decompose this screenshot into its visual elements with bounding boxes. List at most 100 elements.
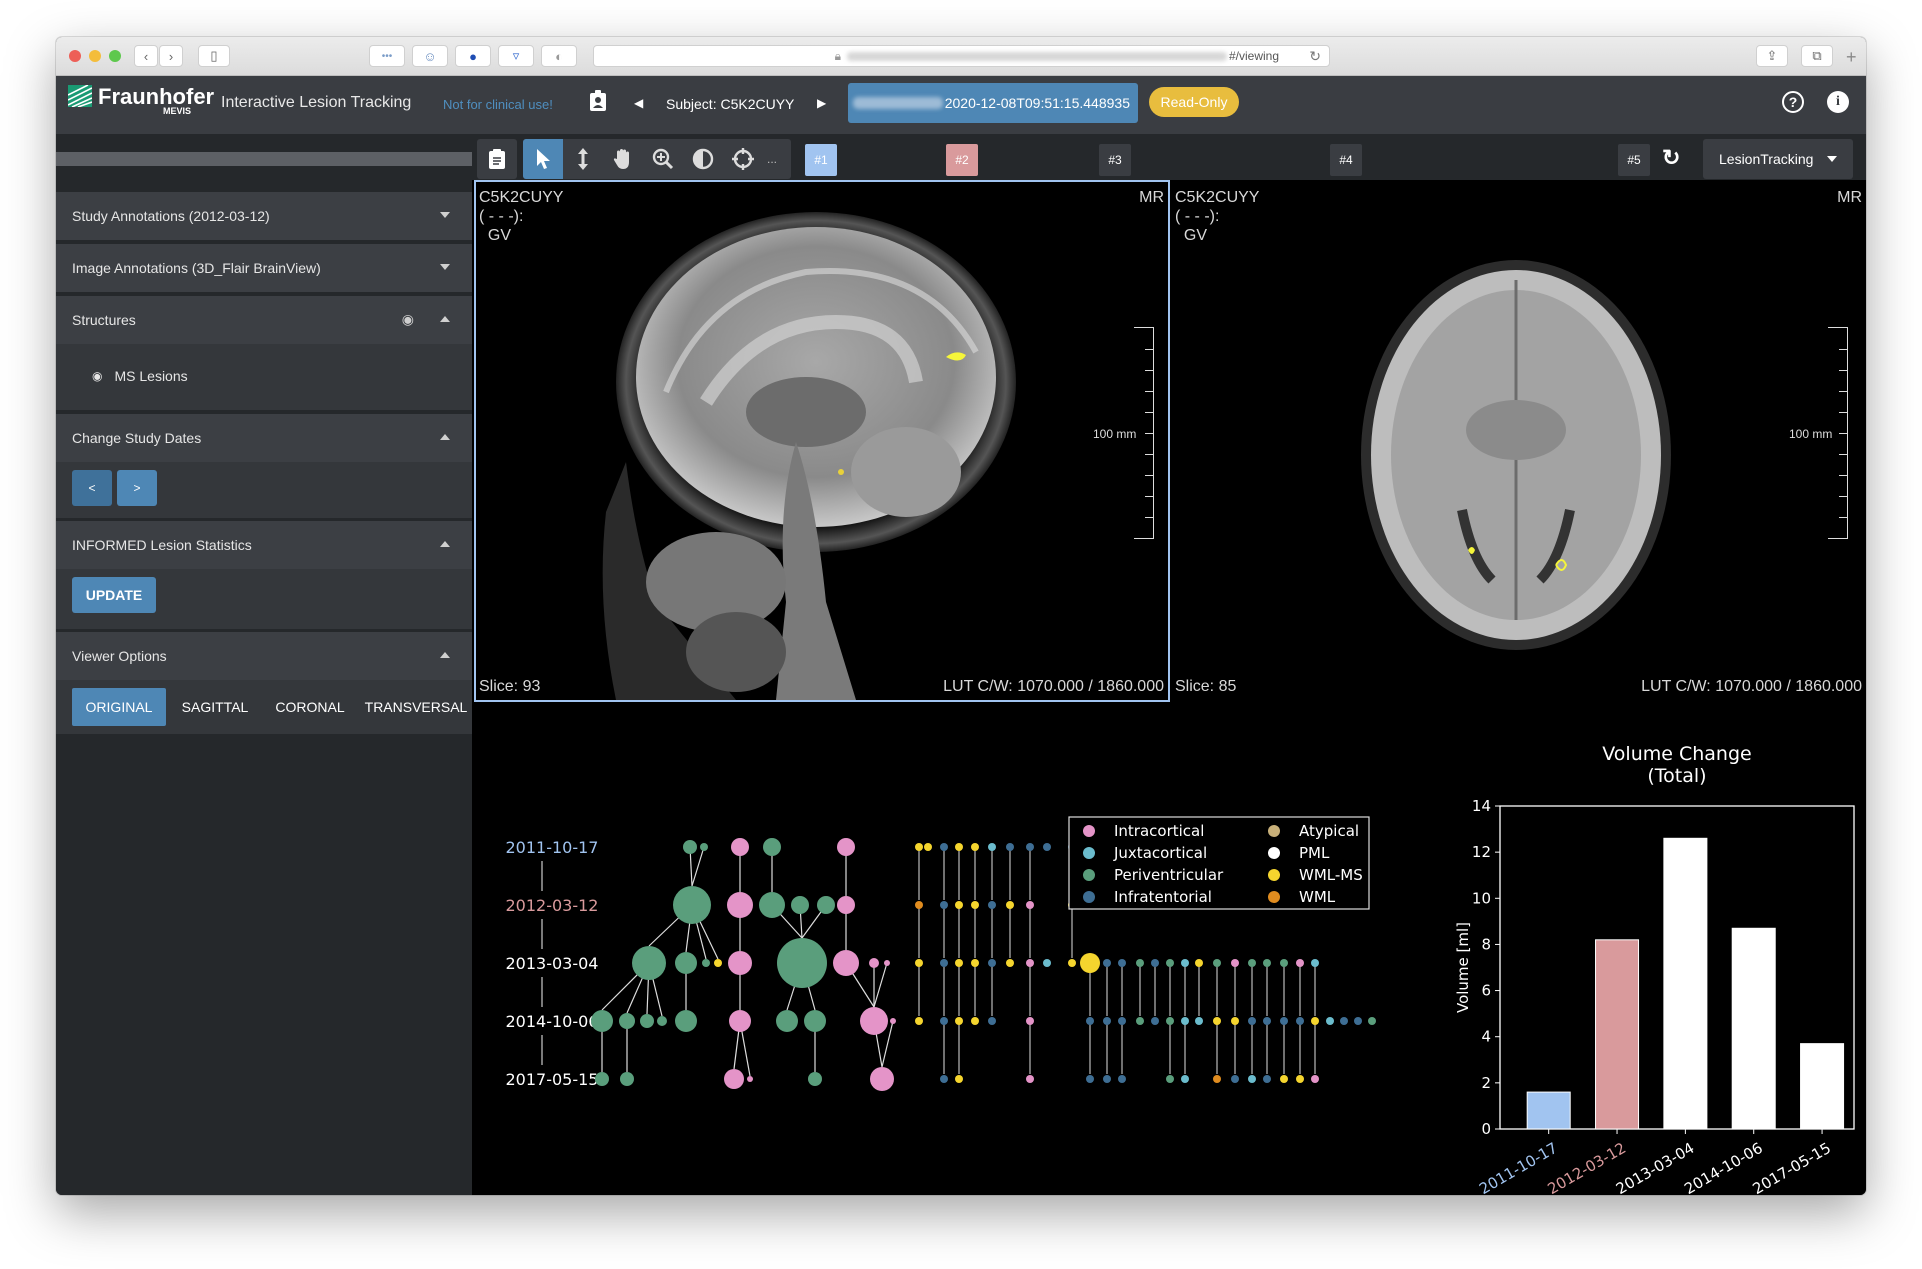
graph-node xyxy=(1195,1017,1203,1025)
chevron-up-icon[interactable] xyxy=(440,541,450,547)
refresh-icon[interactable]: ↻ xyxy=(1662,145,1680,171)
close-window-button[interactable] xyxy=(69,50,81,62)
shield-icon[interactable]: ◐ xyxy=(541,45,577,67)
study-datetime: 2020-12-08T09:51:15.448935 xyxy=(944,95,1130,111)
section-title: Structures xyxy=(72,312,136,328)
more-icon[interactable]: ••• xyxy=(369,45,405,67)
address-bar[interactable]: 🔒︎ #/viewing ↻ xyxy=(593,45,1330,67)
y-tick-label: 12 xyxy=(1472,843,1491,861)
maximize-window-button[interactable] xyxy=(109,50,121,62)
chevron-up-icon[interactable] xyxy=(440,316,450,322)
graph-node xyxy=(640,1014,654,1028)
graph-node xyxy=(988,1017,996,1025)
eye-icon[interactable]: ◉ xyxy=(402,311,414,328)
section-lesion-statistics[interactable]: INFORMED Lesion Statistics xyxy=(56,521,472,569)
chevron-up-icon[interactable] xyxy=(440,652,450,658)
ghostery-icon[interactable]: ☺ xyxy=(412,45,448,67)
stack-scroll-icon[interactable] xyxy=(563,139,603,179)
pan-hand-icon[interactable] xyxy=(603,139,643,179)
ublock-icon[interactable]: ● xyxy=(455,45,491,67)
eye-icon[interactable]: ◉ xyxy=(92,369,102,383)
pointer-icon[interactable] xyxy=(523,139,563,179)
graph-node xyxy=(808,1072,822,1086)
graph-date-label: 2011-10-17 xyxy=(506,838,599,857)
layout-3-button[interactable]: #3 xyxy=(1099,144,1131,176)
mri-sagittal-image[interactable] xyxy=(476,182,1168,700)
tab-original[interactable]: ORIGINAL xyxy=(72,688,166,726)
structure-item-ms-lesions[interactable]: ◉ MS Lesions xyxy=(92,368,188,384)
section-image-annotations[interactable]: Image Annotations (3D_Flair BrainView) xyxy=(56,244,472,292)
sidebar-toggle-icon[interactable]: ▯ xyxy=(198,45,230,67)
chart-title: Volume Change xyxy=(1602,743,1751,765)
y-tick-label: 0 xyxy=(1481,1120,1491,1138)
pocket-icon[interactable]: ▿ xyxy=(498,45,534,67)
section-change-study-dates[interactable]: Change Study Dates xyxy=(56,414,472,462)
reload-icon[interactable]: ↻ xyxy=(1309,48,1321,65)
graph-node xyxy=(1213,959,1221,967)
legend-marker-infratentorial xyxy=(1083,891,1095,903)
contrast-icon[interactable] xyxy=(683,139,723,179)
bar-2014-10-06 xyxy=(1731,927,1776,1130)
section-study-annotations[interactable]: Study Annotations (2012-03-12) xyxy=(56,192,472,240)
graph-node xyxy=(776,1010,798,1032)
minimize-window-button[interactable] xyxy=(89,50,101,62)
previous-subject-button[interactable]: ◀ xyxy=(634,96,643,110)
logo-subtitle: MEVIS xyxy=(163,106,192,116)
help-icon[interactable]: ? xyxy=(1782,91,1804,113)
zoom-icon[interactable] xyxy=(643,139,683,179)
protocol-label: LesionTracking xyxy=(1719,151,1814,167)
study-name-blurred xyxy=(852,97,943,109)
mri-axial-image[interactable] xyxy=(1172,180,1866,702)
graph-node xyxy=(1166,959,1174,967)
tab-sagittal[interactable]: SAGITTAL xyxy=(170,688,260,726)
graph-node xyxy=(1181,1075,1189,1083)
graph-node xyxy=(971,843,979,851)
graph-node xyxy=(837,838,855,856)
layout-4-button[interactable]: #4 xyxy=(1330,144,1362,176)
graph-node xyxy=(955,843,963,851)
graph-node xyxy=(702,959,710,967)
y-tick-label: 14 xyxy=(1472,797,1491,815)
info-icon[interactable]: i xyxy=(1827,91,1849,113)
tab-transversal[interactable]: TRANSVERSAL xyxy=(360,688,472,726)
chevron-down-icon[interactable] xyxy=(440,212,450,218)
sidebar-handle[interactable] xyxy=(56,152,472,166)
protocol-dropdown[interactable]: LesionTracking xyxy=(1703,139,1853,179)
next-date-button[interactable]: > xyxy=(117,470,157,506)
graph-node xyxy=(955,1075,963,1083)
y-tick-label: 2 xyxy=(1481,1074,1491,1092)
graph-node xyxy=(940,901,948,909)
layout-1-button[interactable]: #1 xyxy=(805,144,837,176)
graph-node xyxy=(1006,901,1014,909)
chevron-up-icon[interactable] xyxy=(440,434,450,440)
graph-node xyxy=(700,843,708,851)
viewport-patient-id: C5K2CUYY( - - -): GV xyxy=(479,189,564,244)
previous-date-button[interactable]: < xyxy=(72,470,112,506)
tabs-icon[interactable]: ⧉ xyxy=(1801,45,1833,67)
change-dates-body: < > xyxy=(56,462,472,518)
notes-icon[interactable] xyxy=(477,139,517,179)
graph-node xyxy=(869,958,879,968)
graph-node xyxy=(1263,1017,1271,1025)
patient-badge-icon[interactable] xyxy=(589,90,607,117)
viewport-modality: MR xyxy=(1139,189,1164,206)
section-viewer-options[interactable]: Viewer Options xyxy=(56,632,472,680)
viewport-axial[interactable]: C5K2CUYY( - - -): GV MR 100 mm Slice: 85… xyxy=(1172,180,1866,702)
browser-toolbar: ‹ › ▯ ••• ☺ ● ▿ ◐ 🔒︎ #/viewing ↻ ⇪ ⧉ + xyxy=(56,37,1866,76)
layout-2-button[interactable]: #2 xyxy=(946,144,978,176)
share-icon[interactable]: ⇪ xyxy=(1756,45,1788,67)
new-tab-icon[interactable]: + xyxy=(1846,47,1857,68)
graph-node xyxy=(791,896,809,914)
study-selector-button[interactable]: 2020-12-08T09:51:15.448935 xyxy=(848,83,1138,123)
tab-coronal[interactable]: CORONAL xyxy=(264,688,356,726)
more-tools-button[interactable]: ... xyxy=(757,139,787,179)
chevron-down-icon[interactable] xyxy=(440,264,450,270)
back-icon[interactable]: ‹ xyxy=(134,45,158,67)
graph-node xyxy=(657,1016,667,1026)
layout-5-button[interactable]: #5 xyxy=(1618,144,1650,176)
next-subject-button[interactable]: ▶ xyxy=(817,96,826,110)
update-button[interactable]: UPDATE xyxy=(72,577,156,613)
viewport-sagittal[interactable]: C5K2CUYY( - - -): GV MR 100 mm Slice: 93… xyxy=(474,180,1170,702)
forward-icon[interactable]: › xyxy=(159,45,183,67)
section-structures[interactable]: Structures ◉ xyxy=(56,296,472,344)
